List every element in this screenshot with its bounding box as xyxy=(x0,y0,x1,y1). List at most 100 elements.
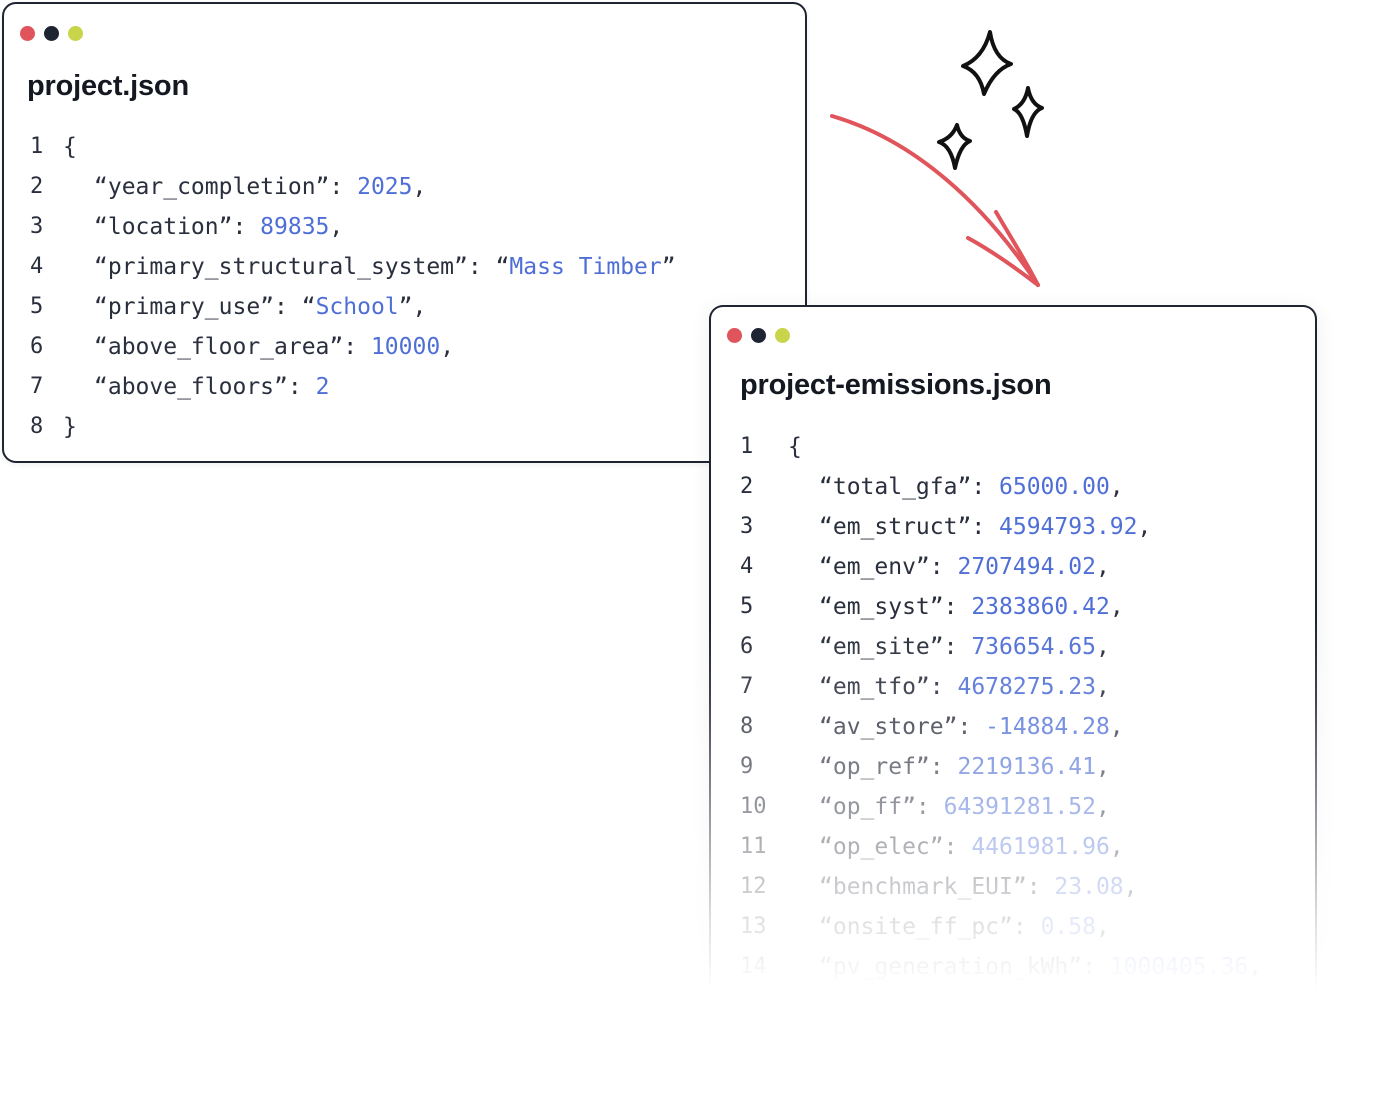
json-value: 23.08 xyxy=(1054,874,1124,900)
line-content: “benchmark_EUI”: 23.08, xyxy=(819,867,1138,907)
json-value: 64391281.52 xyxy=(943,794,1096,820)
line-content: “em_env”: 2707494.02, xyxy=(819,547,1110,587)
json-value: Mass Timber xyxy=(509,254,662,280)
json-key: “em_site”: xyxy=(819,634,972,660)
line-content: “year_completion”: 2025, xyxy=(94,167,426,207)
json-value: 4678275.23 xyxy=(957,674,1096,700)
window-controls xyxy=(20,26,83,41)
json-punctuation: , xyxy=(1109,714,1124,740)
json-punctuation: , xyxy=(1248,954,1263,980)
line-number: 5 xyxy=(740,594,754,619)
code-line: 6 “em_site”: 736654.65, xyxy=(711,627,1315,667)
line-content: “primary_use”: “School”, xyxy=(94,287,426,327)
json-key: “total_gfa”: xyxy=(819,474,1000,500)
json-key: { xyxy=(788,434,802,460)
line-number: 7 xyxy=(740,674,754,699)
json-key: “onsite_ff_pc”: xyxy=(819,914,1041,940)
json-key: “primary_structural_system”: “ xyxy=(94,254,510,280)
code-line: 13 “onsite_ff_pc”: 0.58, xyxy=(711,907,1315,947)
line-content: “em_syst”: 2383860.42, xyxy=(819,587,1124,627)
output-json-window: project-emissions.json 1{2 “total_gfa”: 6… xyxy=(709,305,1317,1107)
json-key: “em_struct”: xyxy=(819,514,1000,540)
input-json-window: project.json 1{2 “year_completion”: 2025,… xyxy=(2,2,807,463)
json-key: “above_floors”: xyxy=(94,374,316,400)
json-key: “location”: xyxy=(94,214,261,240)
json-value: 4594793.92 xyxy=(999,514,1138,540)
code-line: 10 “op_ff”: 64391281.52, xyxy=(711,787,1315,827)
line-content: “em_struct”: 4594793.92, xyxy=(819,507,1151,547)
line-content: “op_elec”: 4461981.96, xyxy=(819,827,1124,867)
line-number: 2 xyxy=(30,174,44,199)
close-dot-icon[interactable] xyxy=(727,328,742,343)
code-line: 8 “av_store”: -14884.28, xyxy=(711,707,1315,747)
json-key: } xyxy=(63,414,77,440)
maximize-dot-icon[interactable] xyxy=(775,328,790,343)
maximize-dot-icon[interactable] xyxy=(68,26,83,41)
code-line: 5 “em_syst”: 2383860.42, xyxy=(711,587,1315,627)
json-punctuation: , xyxy=(1095,674,1110,700)
code-line: 4 “em_env”: 2707494.02, xyxy=(711,547,1315,587)
minimize-dot-icon[interactable] xyxy=(751,328,766,343)
json-punctuation: , xyxy=(1095,914,1110,940)
code-line: 6 “above_floor_area”: 10000, xyxy=(4,327,805,367)
line-number: 6 xyxy=(740,634,754,659)
code-line: 2 “total_gfa”: 65000.00, xyxy=(711,467,1315,507)
json-value: 65000.00 xyxy=(999,474,1110,500)
json-punctuation: , xyxy=(1095,554,1110,580)
json-key: “pv_generation_kWh”: xyxy=(819,954,1110,980)
json-key: “av_store”: xyxy=(819,714,986,740)
sparkles-icon xyxy=(937,30,1044,170)
json-punctuation: , xyxy=(1109,594,1124,620)
input-file-title: project.json xyxy=(27,70,189,102)
line-number: 12 xyxy=(740,874,767,899)
json-value: 89835 xyxy=(260,214,330,240)
json-key: “year_completion”: xyxy=(94,174,358,200)
line-number: 6 xyxy=(30,334,44,359)
code-line: 1{ xyxy=(4,127,805,167)
code-line: 7 “em_tfo”: 4678275.23, xyxy=(711,667,1315,707)
line-content: “primary_structural_system”: “Mass Timbe… xyxy=(94,247,676,287)
json-key: “benchmark_EUI”: xyxy=(819,874,1055,900)
json-punctuation: , xyxy=(412,174,427,200)
input-code-block[interactable]: 1{2 “year_completion”: 2025, 3 “location”: … xyxy=(4,127,805,447)
json-value: 2219136.41 xyxy=(957,754,1096,780)
json-value: 1000405.36 xyxy=(1109,954,1249,980)
line-number: 4 xyxy=(740,554,754,579)
line-content: } xyxy=(63,407,77,447)
code-line: 11 “op_elec”: 4461981.96, xyxy=(711,827,1315,867)
code-line: 8} xyxy=(4,407,805,447)
code-line: 9 “op_ref”: 2219136.41, xyxy=(711,747,1315,787)
code-line: 3 “em_struct”: 4594793.92, xyxy=(711,507,1315,547)
line-content: “above_floors”: 2 xyxy=(94,367,329,407)
json-value: 736654.65 xyxy=(971,634,1096,660)
json-key: “above_floor_area”: xyxy=(94,334,371,360)
line-content: “total_gfa”: 65000.00, xyxy=(819,467,1124,507)
json-punctuation: , xyxy=(1109,474,1124,500)
json-key: “op_ref”: xyxy=(819,754,958,780)
line-content: { xyxy=(788,427,802,467)
json-value: 2707494.02 xyxy=(957,554,1096,580)
json-punctuation: , xyxy=(440,334,455,360)
line-number: 2 xyxy=(740,474,754,499)
line-number: 10 xyxy=(740,794,767,819)
line-number: 11 xyxy=(740,834,767,859)
close-dot-icon[interactable] xyxy=(20,26,35,41)
json-key: { xyxy=(63,134,77,160)
json-key: “em_syst”: xyxy=(819,594,972,620)
line-content: “av_store”: -14884.28, xyxy=(819,707,1124,747)
line-number: 1 xyxy=(30,134,44,159)
line-content: “op_ref”: 2219136.41, xyxy=(819,747,1110,787)
line-number: 9 xyxy=(740,754,754,779)
json-key: “primary_use”: “ xyxy=(94,294,316,320)
json-punctuation: ”, xyxy=(398,294,427,320)
json-punctuation: , xyxy=(1137,514,1152,540)
json-punctuation: ” xyxy=(661,254,676,280)
json-punctuation: , xyxy=(1095,634,1110,660)
line-content: “above_floor_area”: 10000, xyxy=(94,327,454,367)
output-code-block[interactable]: 1{2 “total_gfa”: 65000.00, 3 “em_struct”: 4… xyxy=(711,427,1315,987)
line-content: { xyxy=(63,127,77,167)
minimize-dot-icon[interactable] xyxy=(44,26,59,41)
json-punctuation: , xyxy=(1123,874,1138,900)
json-key: “em_tfo”: xyxy=(819,674,958,700)
line-number: 3 xyxy=(740,514,754,539)
